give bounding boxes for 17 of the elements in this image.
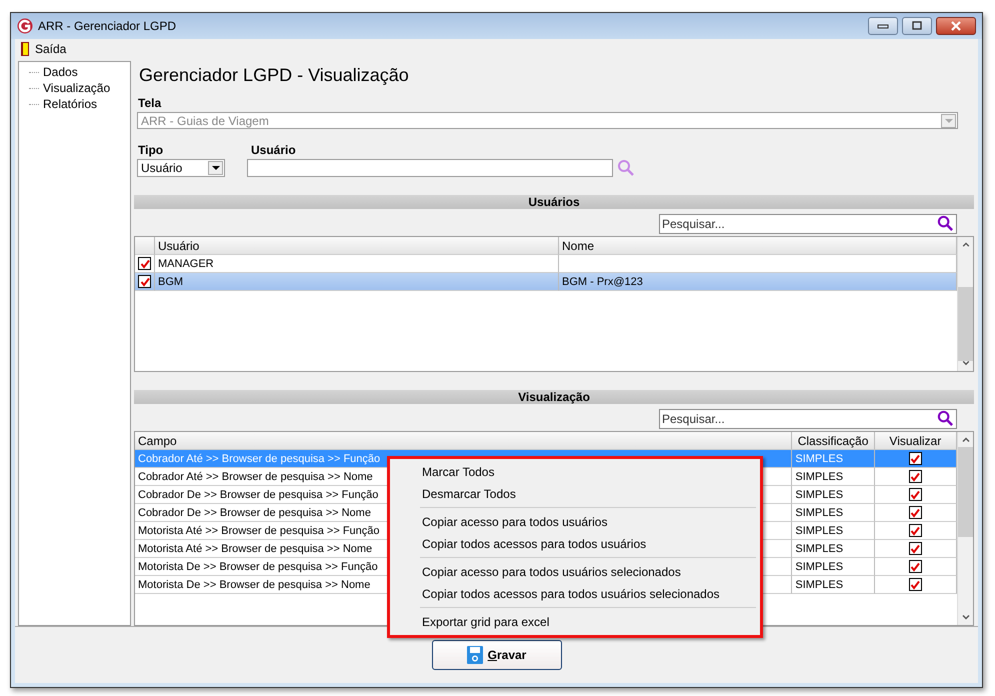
table-cell: SIMPLES	[792, 486, 875, 504]
section-title: Usuários	[528, 195, 580, 210]
table-cell: SIMPLES	[792, 504, 875, 522]
field-label: Tipo	[138, 143, 164, 156]
table-cell: SIMPLES	[792, 576, 875, 594]
section-title: Visualização	[518, 390, 590, 404]
table-cell: BGM	[155, 273, 559, 292]
page-heading: Gerenciador LGPD - Visualização	[139, 65, 410, 87]
field-label: Tela	[138, 96, 162, 110]
table-cell: SIMPLES	[792, 540, 875, 558]
table-cell: SIMPLES	[792, 522, 875, 540]
window-title: ARR - Gerenciador LGPD	[38, 19, 176, 33]
table-cell: SIMPLES	[792, 450, 875, 468]
table-cell: BGM - Prx@123	[559, 273, 957, 292]
table-cell: SIMPLES	[792, 558, 875, 576]
field-label: Usuário	[251, 143, 297, 156]
table-cell: SIMPLES	[792, 468, 875, 486]
